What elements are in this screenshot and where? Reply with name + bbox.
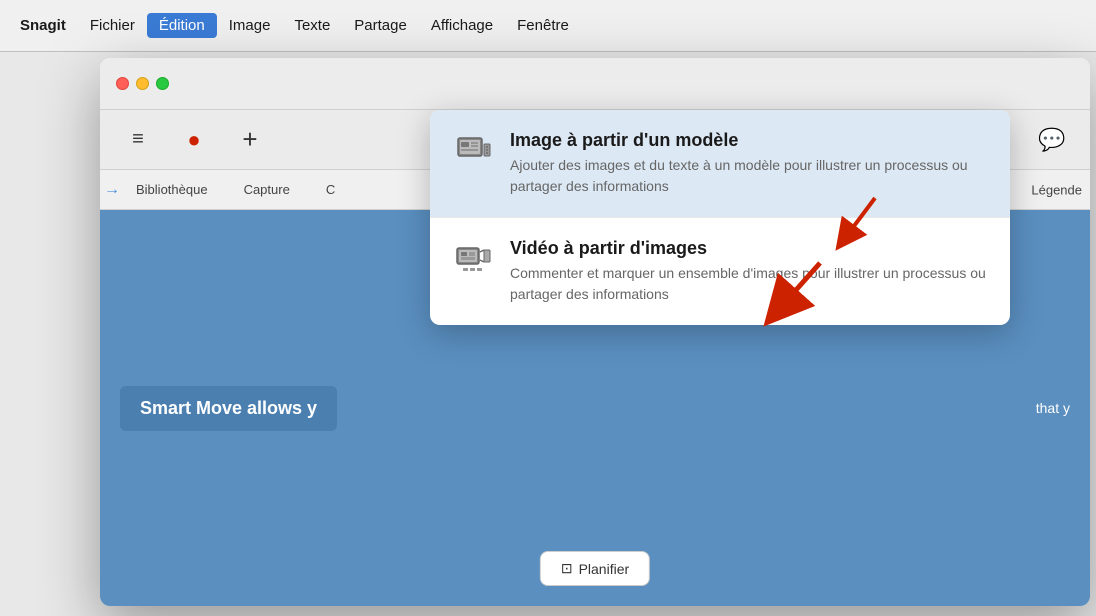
- dropdown-desc-image: Ajouter des images et du texte à un modè…: [510, 155, 986, 197]
- dropdown-title-video: Vidéo à partir d'images: [510, 238, 986, 259]
- dropdown-menu: Image à partir d'un modèle Ajouter des i…: [430, 110, 1010, 325]
- content-banner: Smart Move allows y: [120, 386, 337, 431]
- menu-edition[interactable]: Édition: [147, 13, 217, 38]
- menu-fenetre[interactable]: Fenêtre: [505, 13, 581, 38]
- menu-image[interactable]: Image: [217, 13, 283, 38]
- planifier-label: Planifier: [579, 561, 630, 577]
- dropdown-item-image-template[interactable]: Image à partir d'un modèle Ajouter des i…: [430, 110, 1010, 218]
- legend-label: Légende: [1023, 178, 1090, 201]
- content-right-text: that y: [1036, 400, 1070, 416]
- record-icon[interactable]: ●: [176, 122, 212, 158]
- maximize-button[interactable]: [156, 77, 169, 90]
- menu-partage[interactable]: Partage: [342, 13, 419, 38]
- hamburger-icon[interactable]: ≡: [120, 122, 156, 158]
- menubar: Snagit Fichier Édition Image Texte Parta…: [0, 0, 1096, 52]
- dropdown-text-video: Vidéo à partir d'images Commenter et mar…: [510, 238, 986, 305]
- traffic-lights: [116, 77, 169, 90]
- speech-icon[interactable]: 💬: [1034, 122, 1070, 158]
- tab-capture[interactable]: Capture: [228, 178, 306, 201]
- video-images-icon: [454, 240, 494, 280]
- planifier-button[interactable]: ⊡ Planifier: [540, 551, 650, 586]
- dropdown-item-video-images[interactable]: Vidéo à partir d'images Commenter et mar…: [430, 218, 1010, 325]
- tab-bibliotheque[interactable]: Bibliothèque: [120, 178, 224, 201]
- add-button[interactable]: +: [232, 122, 268, 158]
- app-window: ≡ ● + ★ ↖ a 💬 → Bibliothèque Capture C L…: [100, 58, 1090, 606]
- dropdown-title-image: Image à partir d'un modèle: [510, 130, 986, 151]
- menu-texte[interactable]: Texte: [282, 13, 342, 38]
- titlebar: [100, 58, 1090, 110]
- dropdown-text-image-template: Image à partir d'un modèle Ajouter des i…: [510, 130, 986, 197]
- minimize-button[interactable]: [136, 77, 149, 90]
- tab-c[interactable]: C: [310, 178, 351, 201]
- menu-snagit[interactable]: Snagit: [8, 13, 78, 38]
- menu-affichage[interactable]: Affichage: [419, 13, 505, 38]
- dropdown-desc-video: Commenter et marquer un ensemble d'image…: [510, 263, 986, 305]
- close-button[interactable]: [116, 77, 129, 90]
- back-arrow[interactable]: →: [104, 181, 120, 199]
- planifier-icon: ⊡: [561, 560, 573, 577]
- image-template-icon: [454, 132, 494, 172]
- menu-fichier[interactable]: Fichier: [78, 13, 147, 38]
